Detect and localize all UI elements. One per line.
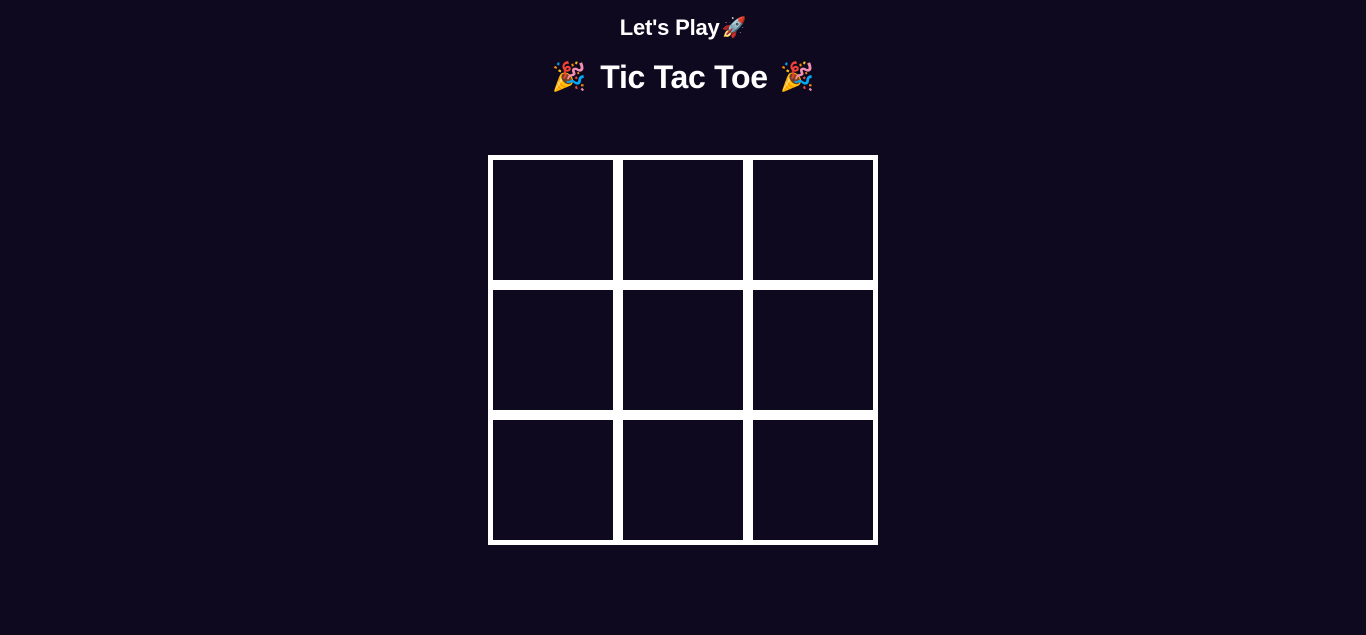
board-cell-4[interactable] xyxy=(493,290,613,410)
party-popper-icon: 🎉 xyxy=(779,59,815,93)
party-popper-icon: 🎉 xyxy=(551,59,587,93)
board-cell-6[interactable] xyxy=(753,290,873,410)
rocket-icon: 🚀 xyxy=(721,15,747,40)
title-text: Tic Tac Toe xyxy=(600,59,768,95)
board-cell-9[interactable] xyxy=(753,420,873,540)
board-cell-2[interactable] xyxy=(623,160,743,280)
subtitle-text: Let's Play xyxy=(619,15,720,40)
board-cell-5[interactable] xyxy=(623,290,743,410)
page-title: 🎉 Tic Tac Toe 🎉 xyxy=(0,57,1366,100)
board-cell-3[interactable] xyxy=(753,160,873,280)
game-board xyxy=(488,155,878,545)
board-cell-8[interactable] xyxy=(623,420,743,540)
board-cell-1[interactable] xyxy=(493,160,613,280)
board-cell-7[interactable] xyxy=(493,420,613,540)
subtitle: Let's Play 🚀 xyxy=(0,13,1366,44)
